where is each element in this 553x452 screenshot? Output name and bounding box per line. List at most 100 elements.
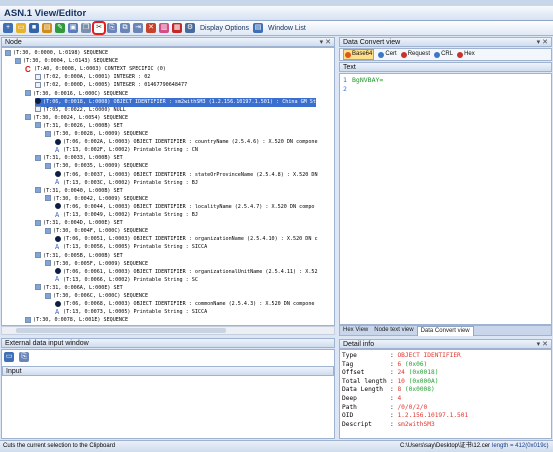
copy-icon[interactable]: ❐ [81, 23, 91, 33]
detail-key: Total length [342, 377, 387, 385]
paste-icon[interactable]: ⎘ [107, 23, 117, 33]
detail-value: /0/0/2/0 [397, 403, 428, 411]
node-icon [35, 106, 41, 113]
print-icon[interactable]: ▤ [42, 23, 52, 33]
tree-node-row[interactable]: (T:30, 0:0078, L:001E) SEQUENCE [25, 316, 128, 325]
string-icon: A [55, 178, 60, 187]
tree-node-text: (T:06, 0:0018, L:0008) OBJECT IDENTIFIER… [43, 98, 316, 105]
input-open-icon[interactable]: ▭ [4, 352, 14, 362]
detail-field: Offset: 24 (0x0018) [342, 369, 438, 377]
delete-icon[interactable]: ✕ [146, 23, 156, 33]
tree-node-text: (T:06, 0:0051, L:0003) OBJECT IDENTIFIER… [63, 236, 318, 243]
tree-node-text: (T:30, 0:0004, L:0143) SEQUENCE [23, 58, 119, 65]
convert-buttons-bar: Base64 Cert Request CRL Hex [339, 48, 552, 61]
tab-node-text-view[interactable]: Node text view [371, 326, 416, 335]
node-icon [45, 227, 51, 234]
detail-value: 24 [397, 369, 405, 377]
data-convert-header: Data Convert view ▾ ✕ [339, 37, 552, 47]
convert-request-button[interactable]: Request [400, 50, 430, 59]
tree-node-text: (T:30, 0:0000, L:0198) SEQUENCE [13, 50, 109, 56]
status-message: Cuts the current selection to the Clipbo… [3, 443, 116, 449]
detail-key: Descript [342, 420, 372, 428]
tree-node-text: (T:30, 0:0035, L:0009) SEQUENCE [53, 163, 149, 170]
move-icon[interactable]: ⇥ [133, 23, 143, 33]
tree-node-text: (T:30, 0:006C, L:000C) SEQUENCE [53, 293, 149, 299]
detail-key: Data Length [342, 386, 383, 394]
convert-button-label: Hex [464, 51, 475, 57]
string-icon: A [55, 275, 60, 284]
node-tree[interactable]: (T:30, 0:0000, L:0198) SEQUENCE (T:30, 0:… [1, 47, 335, 326]
detail-field: OID: 1.2.156.10197.1.501 [342, 412, 468, 420]
pin-icon[interactable]: ▾ ✕ [537, 340, 548, 349]
input-label: Input [6, 368, 22, 375]
open-icon[interactable]: ▭ [16, 23, 26, 33]
convert-hex-button[interactable]: Hex [457, 50, 475, 59]
node-icon [5, 49, 11, 56]
cut-icon[interactable]: ✂ [92, 21, 106, 35]
detail-extra: (0x000A) [404, 377, 439, 385]
tree-node-text: (T:13, 0:0056, L:0005) Printable String … [63, 244, 208, 251]
detail-key: OID [342, 412, 354, 420]
tree-node-text: (T:30, 0:0028, L:0009) SEQUENCE [53, 131, 149, 137]
new-icon[interactable]: + [3, 23, 13, 33]
convert-button-label: Base64 [352, 51, 373, 57]
tree-node-text: (T:05, 0:0022, L:0000) NULL [43, 106, 126, 113]
convert-button-label: CRL [441, 51, 454, 57]
oid-info-icon [35, 98, 41, 105]
display-icon[interactable]: ▣ [68, 23, 78, 33]
oid-info-icon [55, 171, 61, 177]
settings-icon[interactable]: ⚙ [185, 23, 195, 33]
input-paste-icon[interactable]: ⎘ [19, 352, 29, 362]
pin-icon[interactable]: ▾ ✕ [537, 38, 548, 47]
scrollbar-thumb[interactable] [16, 328, 226, 333]
detail-field: Total length: 10 (0x000A) [342, 378, 438, 386]
tree-horizontal-scrollbar[interactable] [1, 326, 335, 335]
tree-node-text: (T:13, 0:0066, L:0002) Printable String … [63, 276, 198, 283]
string-icon: A [55, 145, 60, 154]
export-icon[interactable]: ▦ [172, 23, 182, 33]
external-title: External data input window [5, 340, 89, 347]
main-toolbar: + ▭ ■ ▤ ✎ ▣ ❐ ✂ ⎘ ⧉ ⇥ ✕ ▥ ▦ ⚙ Display Op… [0, 21, 553, 36]
duplicate-icon[interactable]: ⧉ [120, 23, 130, 33]
convert-cert-button[interactable]: Cert [378, 50, 397, 59]
tree-node-text: (T:13, 0:003C, L:0002) Printable String … [63, 179, 198, 186]
title-bar: ASN.1 View/Editor [0, 6, 553, 21]
tree-node-text: (T:31, 0:0026, L:000B) SET [43, 122, 123, 129]
node-icon [35, 154, 41, 161]
edit-icon[interactable]: ✎ [55, 23, 65, 33]
tree-node-text: (T:31, 0:006A, L:000E) SET [43, 284, 123, 291]
tree-node-text: (T:31, 0:005B, L:000B) SET [43, 252, 123, 259]
tab-hex-view[interactable]: Hex View [340, 326, 371, 335]
window-list-menu[interactable]: Window List [268, 25, 306, 32]
node-icon [25, 316, 31, 323]
save-icon[interactable]: ■ [29, 23, 39, 33]
display-options-menu[interactable]: Display Options [200, 25, 249, 32]
tree-node-text: (T:06, 0:0061, L:0003) OBJECT IDENTIFIER… [63, 268, 318, 275]
import-icon[interactable]: ▥ [159, 23, 169, 33]
convert-icon [457, 51, 464, 58]
tree-node-text: (T:13, 0:002F, L:0002) Printable String … [63, 147, 198, 154]
node-icon [45, 195, 51, 202]
convert-text-editor[interactable]: 1 BgNVBAY= 2 [339, 73, 552, 325]
convert-icon [434, 51, 441, 58]
line-number: 2 [343, 85, 347, 93]
detail-key: Offset [342, 369, 365, 377]
tree-node-text: (T:06, 0:0044, L:0003) OBJECT IDENTIFIER… [63, 203, 315, 210]
app-window: ASN.1 View/Editor + ▭ ■ ▤ ✎ ▣ ❐ ✂ ⎘ ⧉ ⇥ … [0, 0, 553, 452]
convert-base64-button[interactable]: Base64 [343, 49, 375, 60]
tab-data-convert-view[interactable]: Data Convert view [416, 325, 474, 336]
external-header: External data input window [1, 338, 335, 348]
detail-header: Detail info ▾ ✕ [339, 339, 552, 349]
tree-node-text: (T:31, 0:0033, L:000B) SET [43, 155, 123, 162]
tree-node-text: (T:30, 0:0078, L:001E) SEQUENCE [33, 317, 129, 324]
node-icon [15, 57, 21, 64]
convert-crl-button[interactable]: CRL [434, 50, 453, 59]
window-list-icon[interactable]: ▤ [253, 23, 264, 33]
detail-value: sm2withSM3 [397, 420, 435, 428]
tree-node-text: (T:30, 0:0042, L:0009) SEQUENCE [53, 195, 149, 202]
node-icon [25, 90, 31, 96]
input-header: Input [2, 366, 334, 376]
node-icon [35, 284, 41, 291]
convert-icon [378, 51, 385, 58]
pin-icon[interactable]: ▾ ✕ [320, 38, 331, 47]
